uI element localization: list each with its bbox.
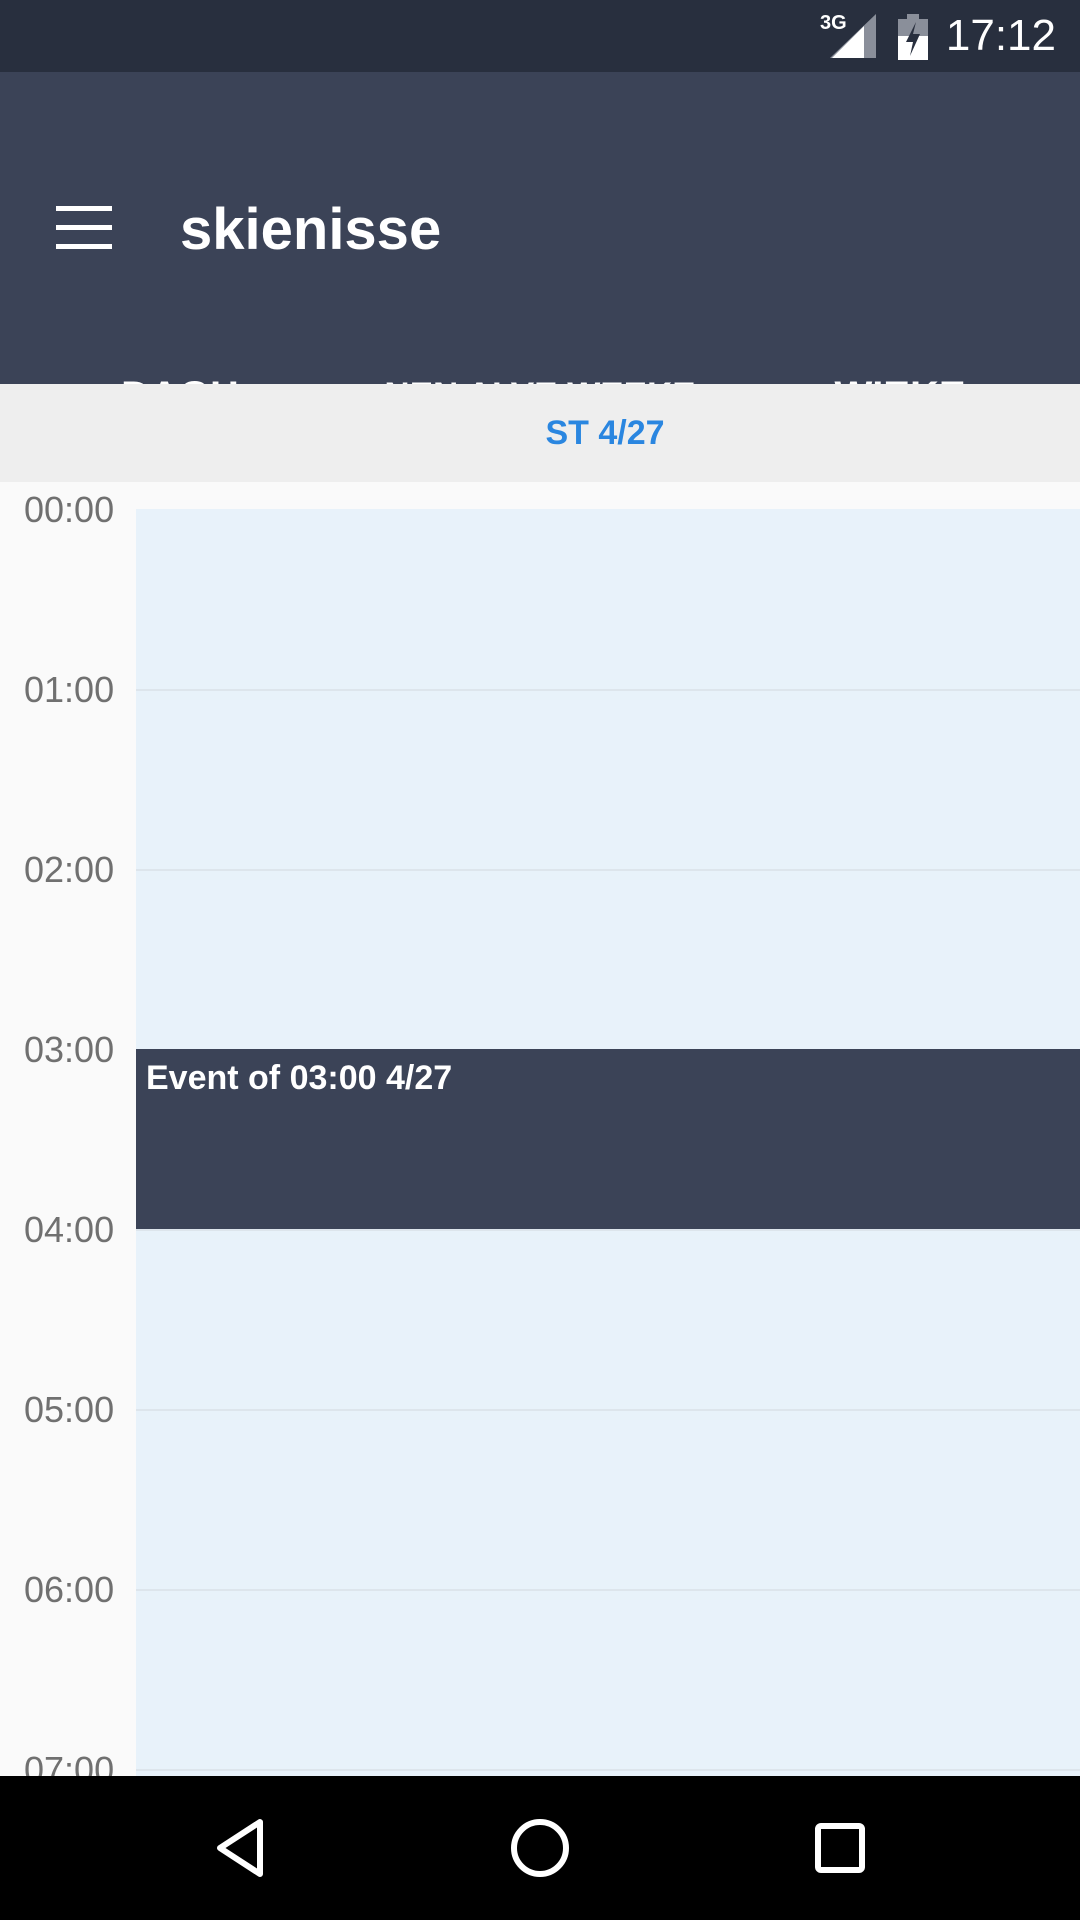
status-time: 17:12 [945,11,1056,60]
hour-divider [136,1769,1080,1771]
hour-label: 07:00 [24,1749,115,1777]
date-header: ST 4/27 [0,384,1080,482]
app-title: skienisse [180,197,442,262]
hour-divider [136,689,1080,691]
hour-label: 03:00 [24,1029,115,1070]
navigation-bar [0,1776,1080,1920]
status-bar: 3G 17:12 [0,0,1080,72]
hour-label: 02:00 [24,849,115,890]
hour-label: 06:00 [24,1569,115,1610]
event-title: Event of 03:00 4/27 [146,1059,453,1097]
hour-label: 00:00 [24,489,115,530]
home-icon[interactable] [492,1800,588,1896]
recents-icon[interactable] [792,1800,888,1896]
hour-label: 01:00 [24,669,115,710]
date-label: ST 4/27 [545,413,665,452]
hour-divider [136,1589,1080,1591]
app-bar: skienisse DAGH NEN ALVE WEEKE WIEKE [0,72,1080,456]
calendar-day-view[interactable]: 00:00 01:00 02:00 03:00 04:00 05:00 06:0… [0,482,1080,1776]
menu-icon[interactable] [56,206,112,250]
back-icon[interactable] [194,1800,290,1896]
calendar-event[interactable]: Event of 03:00 4/27 [136,1049,1080,1229]
signal-icon [830,14,876,58]
battery-charging-icon [898,14,928,60]
hour-divider [136,1229,1080,1231]
hour-label: 04:00 [24,1209,115,1250]
hour-divider [136,869,1080,871]
hour-divider [136,1409,1080,1411]
hour-label: 05:00 [24,1389,115,1430]
